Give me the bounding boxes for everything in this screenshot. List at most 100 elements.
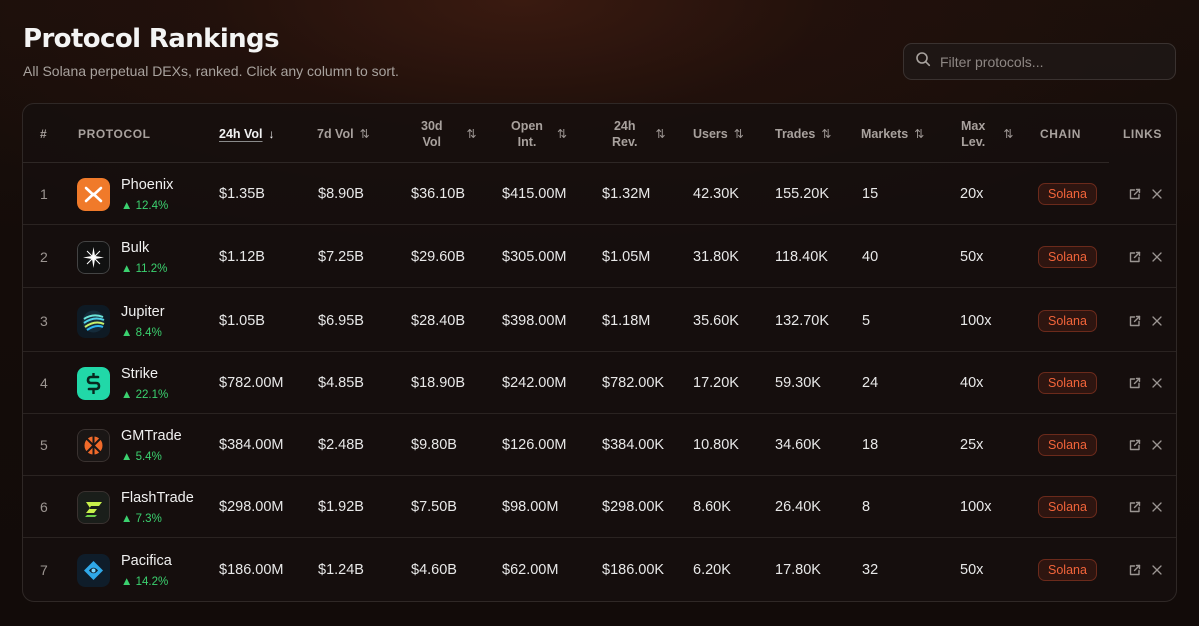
jupiter-logo [77,305,110,338]
rev-24h-cell: $782.00K [602,374,665,391]
column-24h-vol-header[interactable]: 24h Vol ↓ [219,104,275,163]
markets-cell: 15 [862,185,879,202]
external-link-icon[interactable] [1128,376,1142,390]
sort-icon: ⇅ [914,126,925,141]
trades-cell: 132.70K [775,312,830,329]
rev-24h-cell: $186.00K [602,562,665,578]
page-subtitle: All Solana perpetual DEXs, ranked. Click… [23,63,399,79]
protocol-change: ▲ 7.3% [121,513,162,525]
protocol-change: ▲ 22.1% [121,389,169,401]
column-30d-vol-header[interactable]: 30d Vol ⇅ [421,104,477,163]
x-twitter-icon[interactable] [1150,250,1164,264]
chain-badge: Solana [1038,310,1097,332]
x-twitter-icon[interactable] [1150,438,1164,452]
protocol-name[interactable]: Phoenix [121,177,173,193]
protocol-name[interactable]: Pacifica [121,553,172,569]
vol-7d-cell: $6.95B [318,312,364,329]
bulk-logo [77,241,110,274]
chain-badge: Solana [1038,246,1097,268]
table-header: # PROTOCOL 24h Vol ↓ 7d Vol ⇅ 30d Vol ⇅ Open… [23,104,1109,163]
rank-cell: 1 [40,185,48,202]
chain-badge: Solana [1038,496,1097,518]
table-row[interactable]: 1 Phoenix ▲ 12.4% $1.35B $8.90B $36.10B $415.0… [23,163,1176,225]
chain-badge: Solana [1038,434,1097,456]
max-lev-cell: 50x [960,562,984,578]
users-cell: 42.30K [693,185,739,202]
protocol-name[interactable]: Strike [121,366,158,382]
protocol-name[interactable]: FlashTrade [121,490,194,506]
x-twitter-icon[interactable] [1150,314,1164,328]
max-lev-cell: 20x [960,185,984,202]
table-row[interactable]: 7 Pacifica ▲ 14.2% $186.00M $1.24B $4.60B $62.… [23,539,1176,601]
external-link-icon[interactable] [1128,438,1142,452]
open-int-cell: $398.00M [502,312,567,329]
x-twitter-icon[interactable] [1150,187,1164,201]
markets-cell: 24 [862,374,879,391]
table-row[interactable]: 3 Jupiter ▲ 8.4% $1.05B $6.95B $28.40B $398.00… [23,290,1176,352]
markets-cell: 32 [862,562,879,578]
vol-24h-cell: $782.00M [219,374,284,391]
sort-icon: ⇅ [733,126,744,141]
column-open-int-header[interactable]: Open Int. ⇅ [511,104,567,163]
search-box[interactable] [903,43,1176,80]
strike-logo [77,367,110,400]
markets-cell: 18 [862,436,879,453]
column-links-header: LINKS [1123,126,1162,141]
rev-24h-cell: $1.32M [602,185,651,202]
vol-24h-cell: $186.00M [219,562,284,578]
max-lev-cell: 100x [960,498,992,515]
rev-24h-cell: $298.00K [602,498,665,515]
protocol-name[interactable]: GMTrade [121,428,182,444]
vol-7d-cell: $8.90B [318,185,364,202]
trades-cell: 17.80K [775,562,821,578]
max-lev-cell: 100x [960,312,992,329]
column-rank-header: # [40,126,48,141]
column-markets-header[interactable]: Markets ⇅ [861,104,924,163]
table-row[interactable]: 6 FlashTrade ▲ 7.3% $298.00M $1.92B $7.50B $98… [23,476,1176,538]
column-24h-rev-header[interactable]: 24h Rev. ⇅ [612,104,666,163]
x-twitter-icon[interactable] [1150,500,1164,514]
table-row[interactable]: 4 Strike ▲ 22.1% $782.00M $4.85B $18.90B $242.… [23,352,1176,414]
column-7d-vol-header[interactable]: 7d Vol ⇅ [317,104,370,163]
rev-24h-cell: $384.00K [602,436,665,453]
vol-7d-cell: $2.48B [318,436,364,453]
column-trades-header[interactable]: Trades ⇅ [775,104,831,163]
open-int-cell: $305.00M [502,248,567,265]
open-int-cell: $242.00M [502,374,567,391]
column-protocol-header: PROTOCOL [78,126,151,141]
vol-7d-cell: $4.85B [318,374,364,391]
page-title: Protocol Rankings [23,24,280,54]
rank-cell: 6 [40,498,48,515]
column-chain-header: CHAIN [1040,126,1081,141]
table-row[interactable]: 5 GMTrade ▲ 5.4% $384.00M $2.48B $9.80B $126.0… [23,414,1176,476]
x-twitter-icon[interactable] [1150,376,1164,390]
chain-badge: Solana [1038,183,1097,205]
external-link-icon[interactable] [1128,314,1142,328]
markets-cell: 8 [862,498,871,515]
external-link-icon[interactable] [1128,187,1142,201]
external-link-icon[interactable] [1128,500,1142,514]
users-cell: 6.20K [693,562,731,578]
sort-icon: ⇅ [821,126,832,141]
chain-badge: Solana [1038,559,1097,581]
chain-badge: Solana [1038,372,1097,394]
protocol-name[interactable]: Jupiter [121,304,165,320]
rev-24h-cell: $1.05M [602,248,651,265]
table-row[interactable]: 2 Bulk ▲ 11.2% $1.12B $7.25B $29.60B $305.00M $… [23,226,1176,288]
phoenix-logo [77,178,110,211]
max-lev-cell: 50x [960,248,984,265]
column-max-lev-header[interactable]: Max Lev. ⇅ [961,104,1013,163]
vol-24h-cell: $1.05B [219,312,265,329]
column-users-header[interactable]: Users ⇅ [693,104,744,163]
rank-cell: 3 [40,312,48,329]
protocol-change: ▲ 5.4% [121,451,162,463]
trades-cell: 118.40K [775,248,828,265]
open-int-cell: $126.00M [502,436,567,453]
x-twitter-icon[interactable] [1150,563,1164,577]
external-link-icon[interactable] [1128,250,1142,264]
protocol-name[interactable]: Bulk [121,240,149,256]
search-input[interactable] [940,53,1160,70]
gmtrade-logo [77,429,110,462]
users-cell: 35.60K [693,312,739,329]
external-link-icon[interactable] [1128,563,1142,577]
